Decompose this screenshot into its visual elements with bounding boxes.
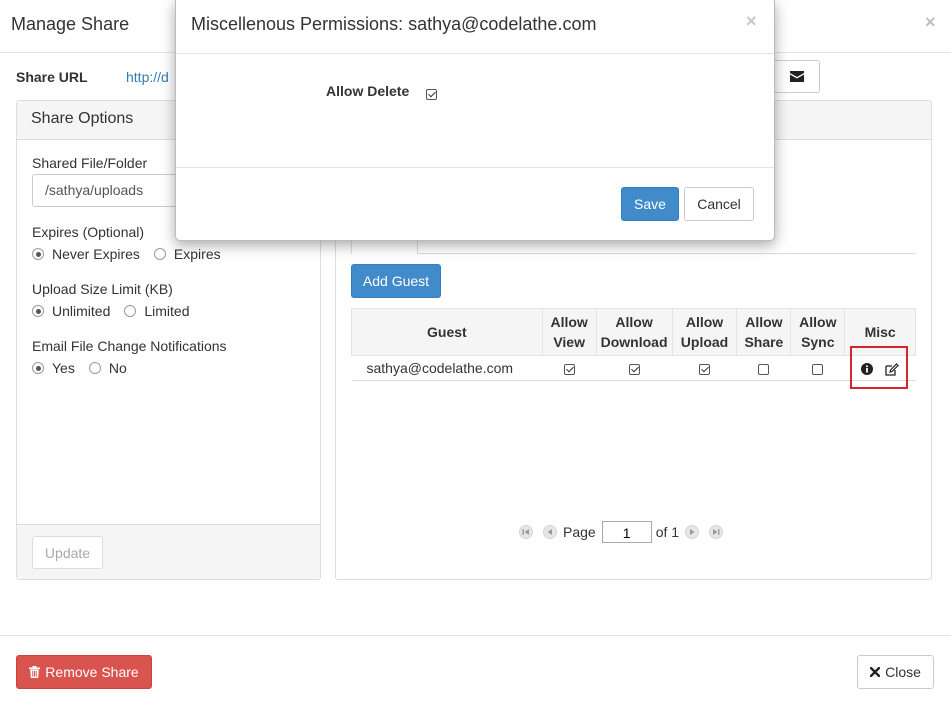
guest-email: sathya@codelathe.com	[351, 355, 543, 381]
column-allow-download: Allow Download	[595, 308, 673, 356]
modal-footer-divider	[176, 167, 774, 168]
share-url-link[interactable]: http://d	[126, 69, 176, 85]
modal-title: Miscellenous Permissions: sathya@codelat…	[191, 14, 597, 34]
expires-radio[interactable]	[153, 248, 166, 260]
shared-folder-input[interactable]: /sathya/uploads	[32, 174, 182, 207]
allow-upload-checkbox[interactable]	[699, 363, 710, 375]
unlimited-label: Unlimited	[52, 303, 111, 319]
limited-radio[interactable]	[124, 305, 137, 317]
yes-label: Yes	[52, 360, 75, 376]
tab-divider	[417, 253, 916, 254]
allow-delete-checkbox[interactable]	[426, 88, 437, 100]
pagination: Page of 1	[519, 521, 729, 543]
upload-limit-label: Upload Size Limit (KB)	[32, 281, 173, 297]
manage-share-title: Manage Share	[11, 14, 130, 34]
never-expires-label: Never Expires	[52, 246, 140, 262]
guests-table: Guest Allow View Allow Download Allow Uploa…	[351, 308, 916, 381]
expires-radio-group: Never Expires Expires	[32, 246, 221, 262]
remove-share-button[interactable]: Remove Share	[16, 655, 152, 689]
share-options-title: Share Options	[31, 110, 134, 127]
misc-highlight-box	[850, 346, 908, 389]
last-page-icon[interactable]	[709, 525, 724, 539]
footer-divider	[0, 635, 951, 636]
save-button[interactable]: Save	[621, 187, 679, 221]
cancel-button[interactable]: Cancel	[684, 187, 754, 221]
yes-radio[interactable]	[32, 362, 44, 374]
page-label: Page	[563, 524, 596, 540]
modal-close-icon[interactable]: ×	[746, 11, 757, 32]
next-page-icon[interactable]	[685, 525, 700, 539]
column-guest: Guest	[351, 308, 543, 356]
column-allow-sync: Allow Sync	[790, 308, 846, 356]
manage-share-close-icon[interactable]: ×	[925, 12, 936, 33]
expires-option-label: Expires	[173, 246, 221, 262]
allow-view-checkbox[interactable]	[563, 363, 575, 375]
email-notifications-label: Email File Change Notifications	[32, 338, 227, 354]
trash-icon	[29, 666, 41, 678]
table-row: sathya@codelathe.com	[351, 355, 916, 381]
remove-share-label: Remove Share	[45, 664, 139, 680]
allow-share-checkbox[interactable]	[758, 363, 770, 375]
envelope-icon	[789, 71, 804, 82]
page-total: of 1	[655, 524, 680, 540]
close-button[interactable]: Close	[857, 655, 934, 689]
column-allow-share: Allow Share	[736, 308, 792, 356]
column-allow-view: Allow View	[541, 308, 597, 356]
modal-header-divider	[176, 53, 774, 54]
no-label: No	[108, 360, 127, 376]
shared-folder-label: Shared File/Folder	[32, 155, 148, 171]
no-radio[interactable]	[88, 362, 101, 374]
email-notifications-radio-group: Yes No	[32, 360, 127, 376]
close-label: Close	[885, 664, 921, 680]
page-number-input[interactable]	[601, 521, 652, 543]
allow-download-checkbox[interactable]	[628, 363, 640, 375]
column-allow-upload: Allow Upload	[671, 308, 738, 356]
allow-delete-label: Allow Delete	[326, 83, 410, 99]
add-guest-button[interactable]: Add Guest	[351, 264, 441, 298]
upload-limit-radio-group: Unlimited Limited	[32, 303, 190, 319]
first-page-icon[interactable]	[519, 525, 533, 539]
limited-label: Limited	[144, 303, 190, 319]
never-expires-radio[interactable]	[32, 248, 44, 260]
update-button[interactable]: Update	[32, 536, 103, 569]
prev-page-icon[interactable]	[543, 525, 557, 539]
allow-sync-checkbox[interactable]	[812, 363, 824, 375]
close-icon	[870, 667, 881, 677]
expires-label: Expires (Optional)	[32, 224, 145, 240]
unlimited-radio[interactable]	[32, 305, 44, 317]
share-url-label: Share URL	[16, 69, 88, 85]
email-share-button[interactable]	[773, 60, 820, 93]
